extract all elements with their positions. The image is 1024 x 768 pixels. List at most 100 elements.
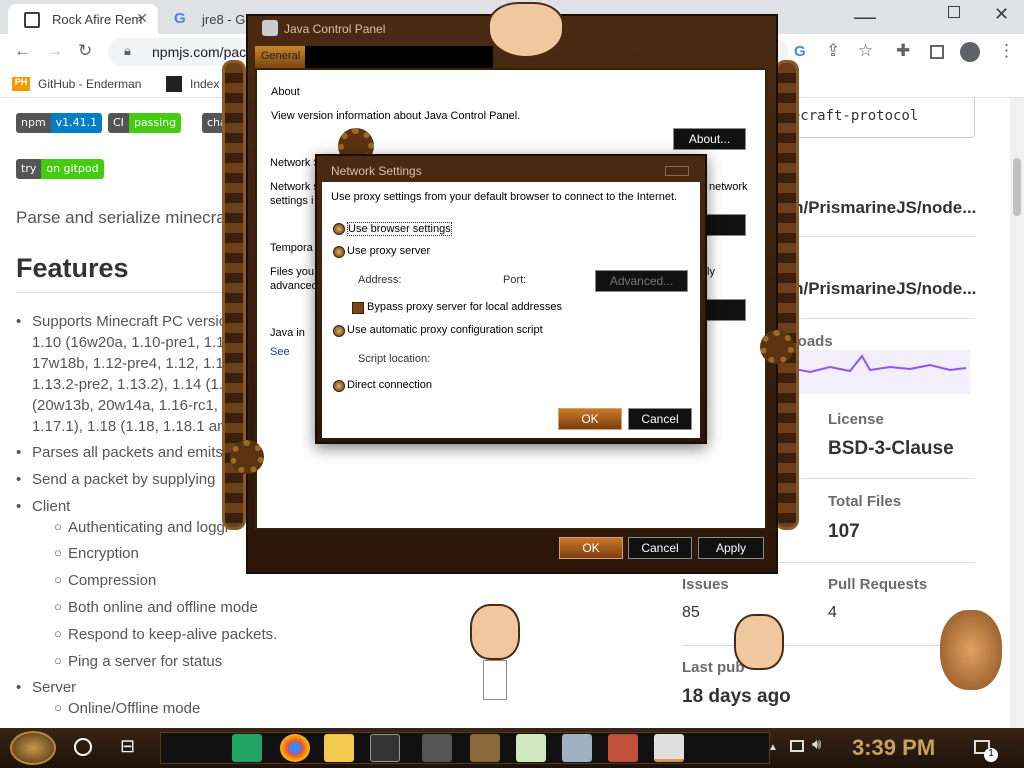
app-icon[interactable] bbox=[370, 734, 400, 762]
bullet-dot: • bbox=[16, 444, 22, 461]
advanced-button[interactable]: Advanced... bbox=[595, 270, 688, 292]
url-text: npmjs.com/packa bbox=[152, 44, 261, 60]
bypass-checkbox[interactable] bbox=[352, 302, 364, 314]
tab-rock-afire[interactable]: Rock Afire Rem ✕ bbox=[8, 4, 158, 34]
side-panel-icon[interactable] bbox=[930, 45, 944, 59]
option-direct-label[interactable]: Direct connection bbox=[347, 379, 432, 391]
temp-files-text: Files you bbox=[270, 266, 315, 278]
downloads-sparkline bbox=[770, 350, 970, 394]
npm-version-badge[interactable]: npm v1.41.1 bbox=[16, 113, 103, 133]
bullet-dot: • bbox=[16, 498, 22, 515]
radio-direct[interactable] bbox=[333, 380, 345, 392]
back-icon[interactable]: ← bbox=[14, 41, 31, 61]
dialog-close-icon[interactable] bbox=[665, 166, 689, 176]
java-ok-button[interactable]: OK bbox=[559, 537, 623, 559]
about-heading: About bbox=[271, 86, 300, 98]
app-icon[interactable] bbox=[422, 734, 452, 762]
license-value: BSD-3-Clause bbox=[828, 438, 954, 460]
issues-value[interactable]: 85 bbox=[682, 604, 700, 622]
network-icon[interactable] bbox=[790, 740, 804, 752]
network-text-suffix: network bbox=[709, 181, 748, 193]
app-icon[interactable] bbox=[516, 734, 546, 762]
label-text: Last pub bbox=[682, 659, 745, 676]
bookmark-github[interactable]: GitHub - Enderman bbox=[38, 77, 141, 91]
option-proxy-label[interactable]: Use proxy server bbox=[347, 245, 430, 257]
reload-icon[interactable]: ↻ bbox=[78, 41, 92, 61]
bullet-circle: ○ bbox=[54, 599, 62, 614]
ph-favicon-icon: PH bbox=[12, 77, 30, 91]
java-in-browser-text: Java in bbox=[270, 327, 305, 339]
server-bullet: Server bbox=[32, 679, 77, 696]
google-lens-icon[interactable]: G bbox=[794, 43, 806, 60]
gear-decoration-icon bbox=[760, 330, 794, 364]
file-explorer-icon[interactable] bbox=[324, 734, 354, 762]
homepage-link[interactable]: om/PrismarineJS/node... bbox=[778, 198, 976, 218]
option-auto-label[interactable]: Use automatic proxy configuration script bbox=[347, 324, 543, 336]
feature-bullet: Send a packet by supplying bbox=[32, 471, 216, 488]
bullet-dot: • bbox=[16, 679, 22, 696]
feature-bullet: Parses all packets and emits ev bbox=[32, 444, 243, 461]
radio-auto-config[interactable] bbox=[333, 325, 345, 337]
temp-files-text: advanced bbox=[270, 280, 318, 292]
extensions-icon[interactable]: ✚ bbox=[896, 41, 910, 61]
dialog-ok-button[interactable]: OK bbox=[558, 408, 622, 430]
ci-badge[interactable]: CI passing bbox=[108, 113, 182, 133]
features-heading: Features bbox=[16, 253, 129, 283]
clock[interactable]: 3:39 PM bbox=[852, 735, 935, 761]
tab-jre8[interactable]: G jre8 - Goo bbox=[158, 4, 258, 34]
tab-general[interactable]: General bbox=[255, 46, 305, 68]
restore-icon[interactable] bbox=[948, 6, 960, 18]
about-button[interactable]: About... bbox=[673, 128, 746, 150]
chrome-app-icon[interactable] bbox=[280, 734, 310, 762]
sheets-app-icon[interactable] bbox=[232, 734, 262, 762]
radio-browser-settings[interactable] bbox=[333, 223, 345, 235]
page-scrollbar[interactable] bbox=[1010, 98, 1024, 728]
window-close-icon[interactable]: ✕ bbox=[994, 4, 1009, 25]
task-view-icon[interactable]: ⊟ bbox=[120, 736, 135, 757]
volume-icon[interactable]: 🔊︎ bbox=[812, 736, 821, 753]
bullet-circle: ○ bbox=[54, 653, 62, 668]
see-security-link[interactable]: See bbox=[270, 346, 290, 358]
bullet-circle: ○ bbox=[54, 545, 62, 560]
tray-overflow-icon[interactable]: ▲ bbox=[768, 742, 778, 753]
badge-right: on gitpod bbox=[41, 159, 104, 179]
index-favicon-icon bbox=[166, 76, 182, 92]
bookmark-star-icon[interactable]: ☆ bbox=[858, 41, 873, 61]
network-heading: Network S bbox=[270, 157, 321, 169]
menu-icon[interactable]: ⋮ bbox=[998, 41, 1015, 61]
bookmark-index[interactable]: Index bbox=[190, 77, 219, 91]
search-icon[interactable] bbox=[74, 738, 92, 756]
network-text: Network s bbox=[270, 181, 319, 193]
minecraft-icon[interactable] bbox=[470, 734, 500, 762]
last-publish-label: Last pub bbox=[682, 659, 745, 677]
start-button-icon[interactable] bbox=[10, 731, 56, 765]
tab-title: Rock Afire Rem bbox=[52, 12, 143, 27]
java-cancel-button[interactable]: Cancel bbox=[628, 537, 692, 559]
share-icon[interactable]: ⇪ bbox=[826, 41, 840, 61]
radio-proxy-server[interactable] bbox=[333, 246, 345, 258]
pull-requests-value[interactable]: 4 bbox=[828, 604, 837, 622]
dialog-cancel-button[interactable]: Cancel bbox=[628, 408, 692, 430]
app-icon[interactable] bbox=[608, 734, 638, 762]
app-icon[interactable] bbox=[562, 734, 592, 762]
total-files-value: 107 bbox=[828, 521, 860, 543]
java-apply-button[interactable]: Apply bbox=[698, 537, 764, 559]
network-settings-button[interactable] bbox=[706, 214, 746, 236]
package-description: Parse and serialize minecraft p bbox=[16, 208, 250, 227]
temp-settings-button[interactable] bbox=[706, 299, 746, 321]
forward-icon[interactable]: → bbox=[46, 41, 63, 61]
value-text: 107 bbox=[828, 521, 860, 542]
close-icon[interactable]: ✕ bbox=[136, 10, 148, 27]
about-text: View version information about Java Cont… bbox=[271, 110, 521, 122]
minimize-icon[interactable]: — bbox=[854, 4, 876, 30]
bullet-circle: ○ bbox=[54, 519, 62, 534]
option-browser-label[interactable]: Use browser settings bbox=[347, 222, 452, 236]
dialog-title: Network Settings bbox=[331, 164, 422, 178]
profile-avatar-icon[interactable] bbox=[960, 42, 980, 62]
scrollbar-thumb[interactable] bbox=[1013, 158, 1021, 216]
badge-right: v1.41.1 bbox=[50, 113, 103, 133]
gitpod-badge[interactable]: try on gitpod bbox=[16, 159, 104, 179]
java-taskbar-icon[interactable] bbox=[654, 734, 684, 762]
badge-right: passing bbox=[128, 113, 182, 133]
repository-link[interactable]: om/PrismarineJS/node... bbox=[778, 279, 976, 299]
